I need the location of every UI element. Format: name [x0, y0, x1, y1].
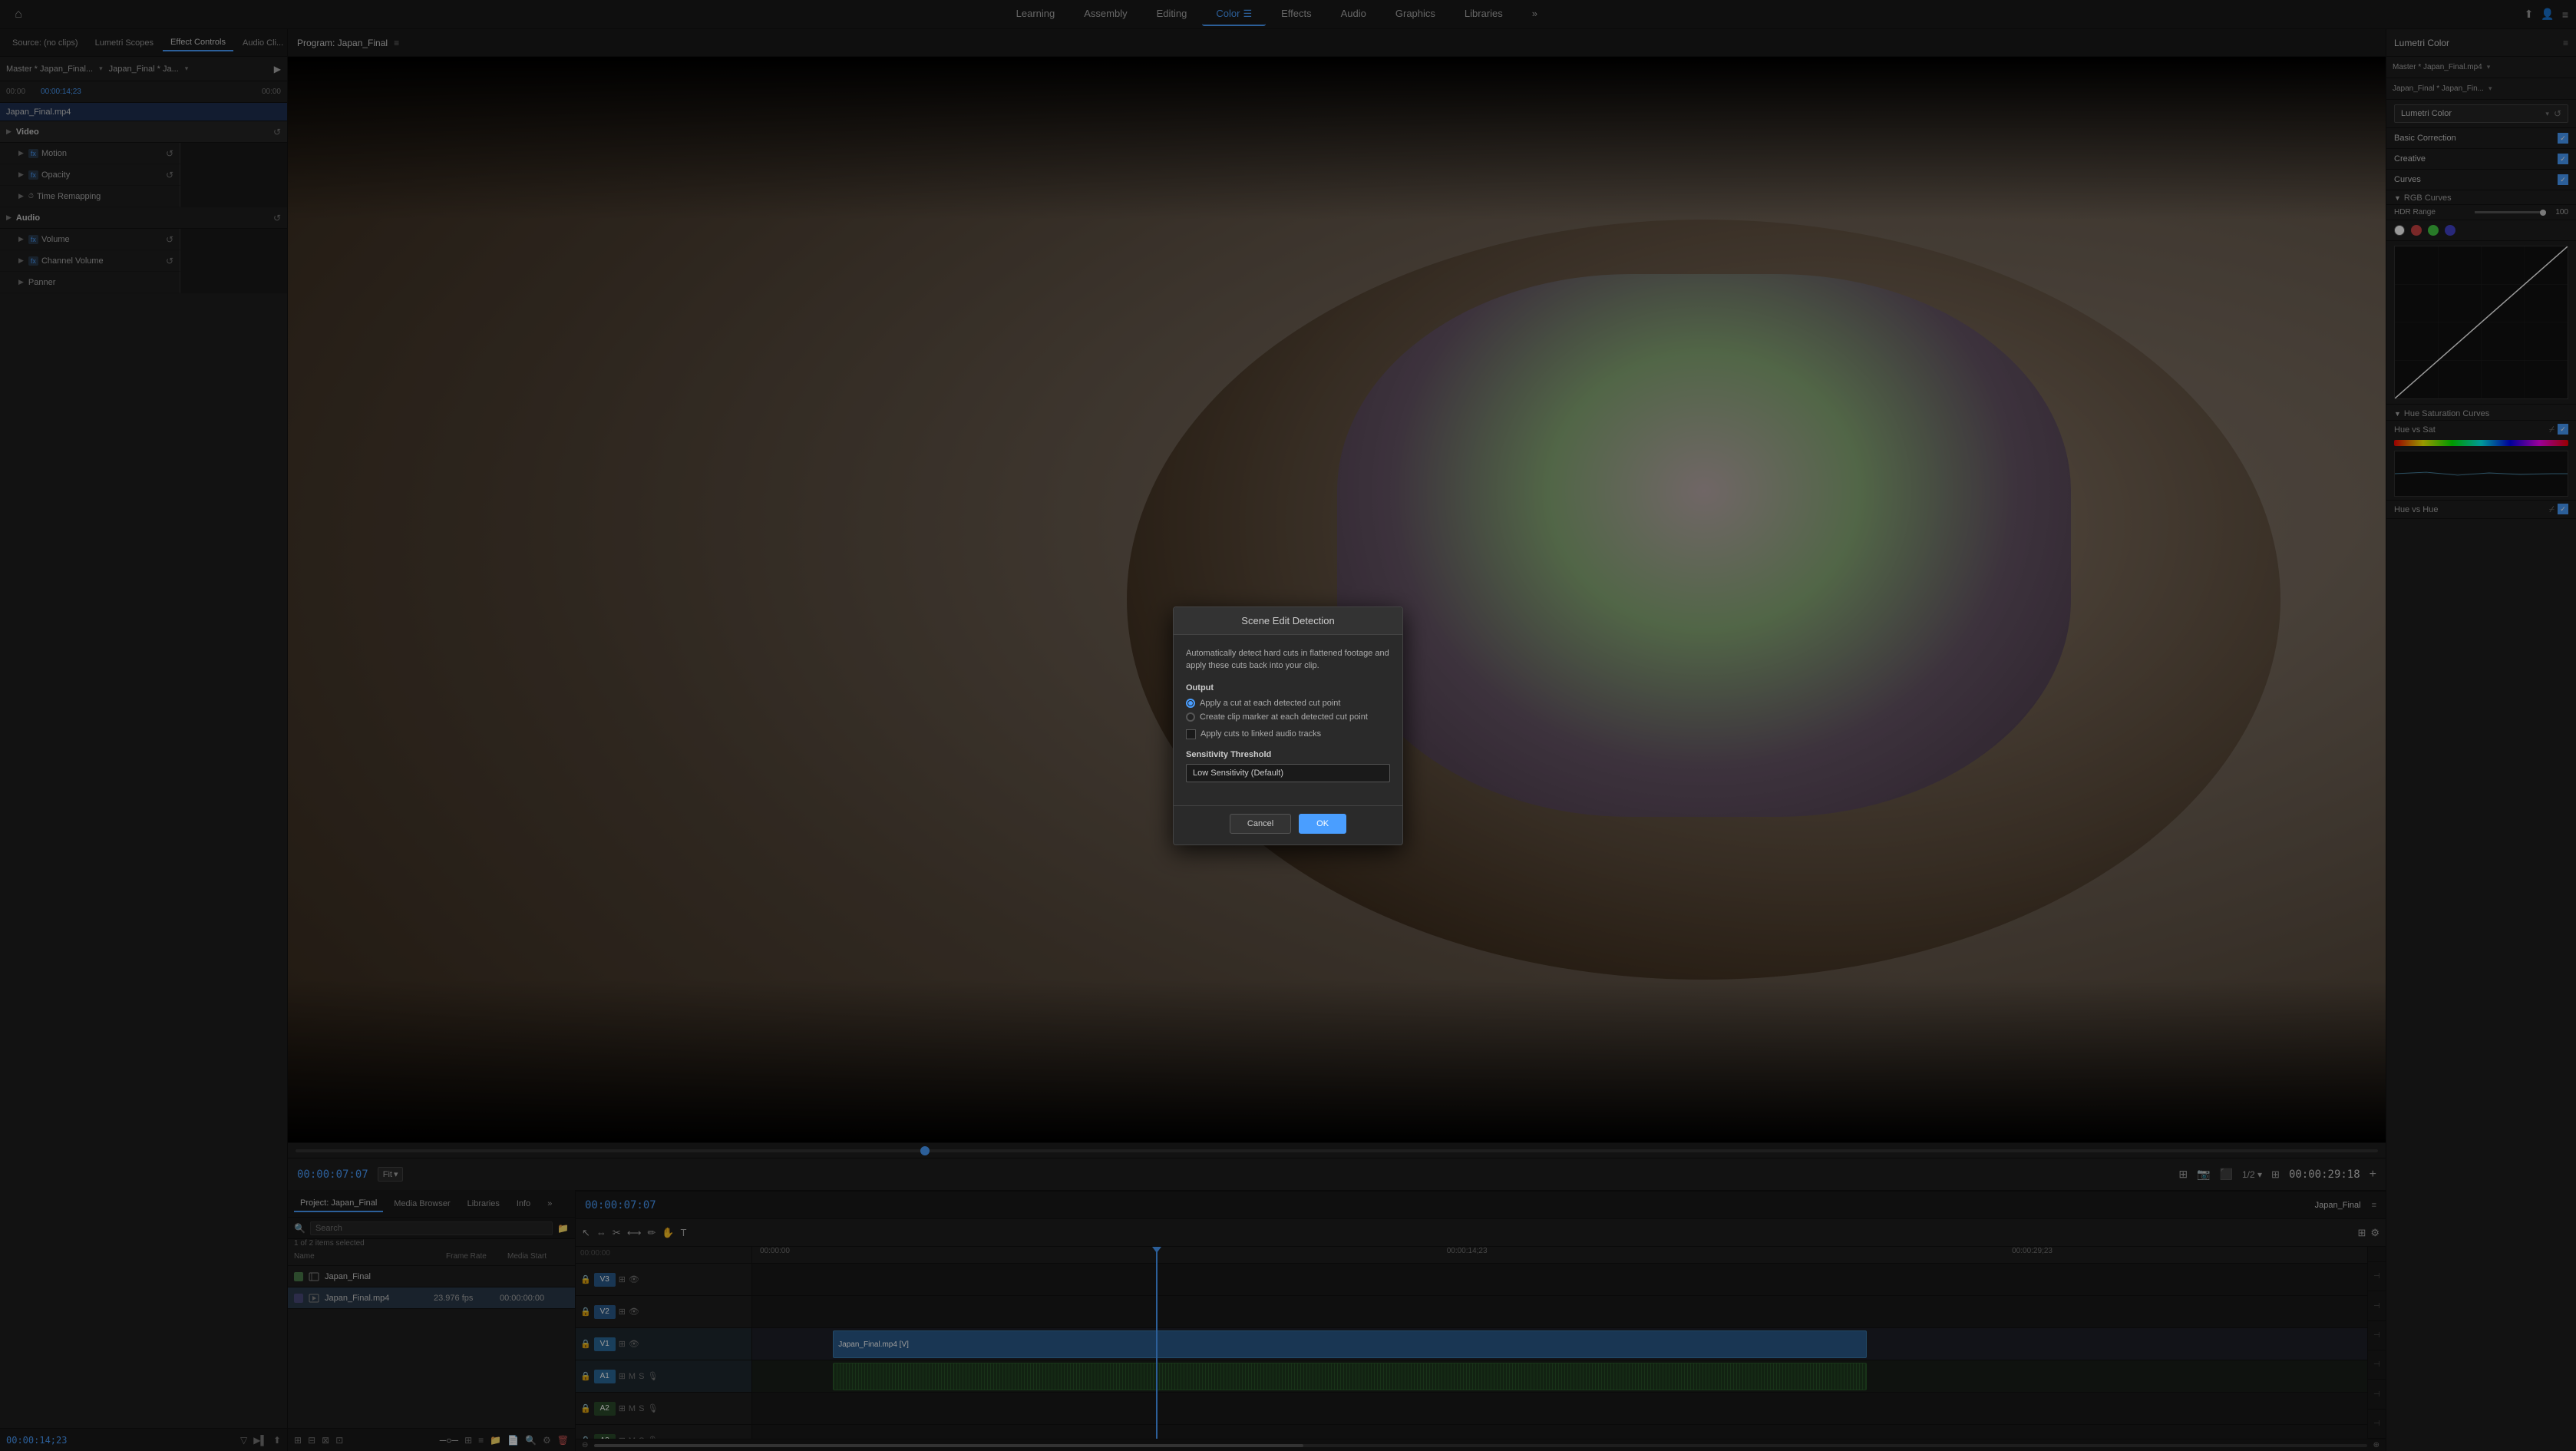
dialog-overlay[interactable]: Scene Edit Detection Automatically detec… [0, 0, 2576, 1451]
dialog-buttons: Cancel OK [1174, 805, 1402, 844]
dialog-radio-dot-1 [1188, 701, 1193, 706]
dialog-option1-row[interactable]: Apply a cut at each detected cut point [1186, 699, 1390, 708]
dialog-option2-label: Create clip marker at each detected cut … [1200, 712, 1368, 722]
dialog-ok-btn[interactable]: OK [1299, 814, 1346, 834]
dialog-cancel-btn[interactable]: Cancel [1230, 814, 1291, 834]
dialog-radio-option2[interactable] [1186, 712, 1195, 722]
dialog-checkbox-row: Apply cuts to linked audio tracks [1186, 729, 1390, 739]
dialog-description: Automatically detect hard cuts in flatte… [1186, 647, 1390, 673]
dialog-option1-label: Apply a cut at each detected cut point [1200, 699, 1340, 708]
dialog-sensitivity-label: Sensitivity Threshold [1186, 750, 1390, 759]
dialog-title: Scene Edit Detection [1174, 607, 1402, 635]
dialog-checkbox-label: Apply cuts to linked audio tracks [1200, 729, 1321, 739]
sensitivity-dropdown-wrapper: Low Sensitivity (Default) Medium Sensiti… [1186, 764, 1390, 782]
scene-edit-dialog: Scene Edit Detection Automatically detec… [1173, 607, 1403, 845]
sensitivity-dropdown[interactable]: Low Sensitivity (Default) Medium Sensiti… [1186, 764, 1390, 782]
dialog-output-label: Output [1186, 683, 1390, 692]
dialog-body: Automatically detect hard cuts in flatte… [1174, 635, 1402, 805]
dialog-checkbox[interactable] [1186, 729, 1196, 739]
dialog-radio-option1[interactable] [1186, 699, 1195, 708]
dialog-dropdown-row: Low Sensitivity (Default) Medium Sensiti… [1186, 764, 1390, 782]
dialog-option2-row[interactable]: Create clip marker at each detected cut … [1186, 712, 1390, 722]
